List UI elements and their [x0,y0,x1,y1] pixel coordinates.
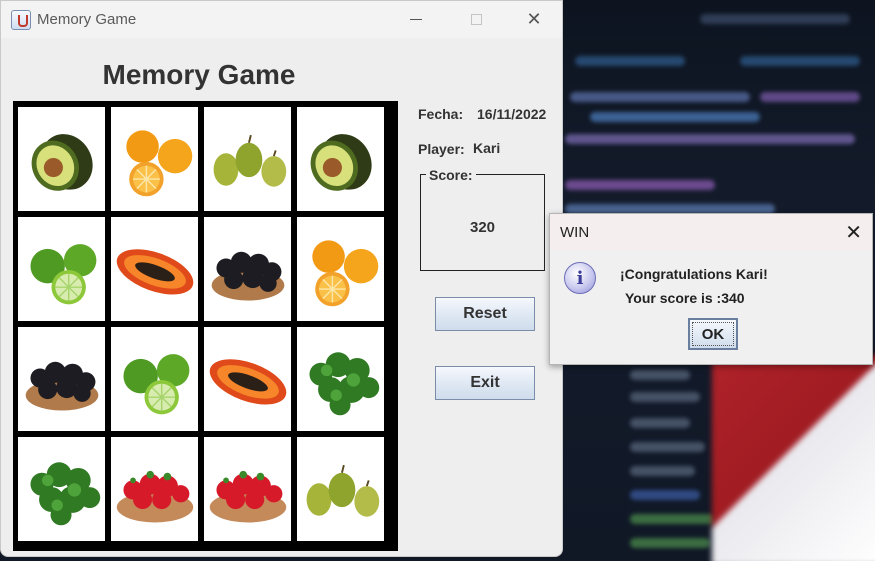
card-parsley[interactable] [18,437,105,541]
memory-game-window: Memory Game ✕ Memory Game Fecha: 16/11/2… [0,0,563,557]
pear-image [306,464,379,517]
card-board [13,101,398,551]
lime-image [29,244,96,305]
title-bar: Memory Game ✕ [1,1,562,38]
card-pear[interactable] [297,437,384,541]
card-parsley[interactable] [297,327,384,431]
orange-image [311,240,378,307]
avocado-image [310,134,372,191]
papaya-image [209,359,286,405]
papaya-image [116,249,193,295]
win-dialog: WIN ✕ i ¡Congratulations Kari! Your scor… [549,213,873,365]
card-papaya[interactable] [111,217,198,321]
java-app-icon [11,9,31,30]
parsley-image [29,462,100,526]
ok-button[interactable]: OK [688,318,738,350]
minimize-icon [410,19,422,20]
avocado-image [31,134,93,191]
dialog-message-line2: Your score is :340 [625,290,745,306]
score-label: Score: [426,167,476,183]
card-strawberry[interactable] [111,437,198,541]
maximize-icon [470,14,482,25]
score-panel: Score: 320 [420,167,545,271]
reset-button[interactable]: Reset [435,297,535,331]
window-title: Memory Game [37,11,137,28]
card-orange[interactable] [111,107,198,211]
dialog-title-bar: WIN ✕ [550,214,872,250]
card-lime[interactable] [111,327,198,431]
card-blackberry[interactable] [18,327,105,431]
maximize-button[interactable] [453,1,499,38]
card-blackberry[interactable] [204,217,291,321]
dialog-title: WIN [560,224,590,241]
dialog-message-line1: ¡Congratulations Kari! [620,266,768,282]
strawberry-image [116,470,193,523]
orange-image [125,130,192,197]
minimize-button[interactable] [393,1,439,38]
card-strawberry[interactable] [204,437,291,541]
exit-button[interactable]: Exit [435,366,535,400]
close-icon: ✕ [526,9,542,29]
card-orange[interactable] [297,217,384,321]
date-value: 16/11/2022 [477,106,547,122]
player-label: Player: [418,141,465,157]
info-icon: i [564,262,596,294]
card-pear[interactable] [204,107,291,211]
player-value: Kari [473,140,501,156]
card-lime[interactable] [18,217,105,321]
strawberry-image [209,470,286,523]
card-avocado[interactable] [18,107,105,211]
dialog-close-icon[interactable]: ✕ [845,220,862,245]
card-papaya[interactable] [204,327,291,431]
score-value: 320 [469,219,496,236]
blackberry-image [25,361,98,411]
card-avocado[interactable] [297,107,384,211]
close-button[interactable]: ✕ [511,1,557,38]
lime-image [122,354,189,415]
game-title: Memory Game [102,59,296,90]
parsley-image [308,352,379,416]
blackberry-image [211,251,284,301]
pear-image [213,134,286,187]
date-label: Fecha: [418,106,464,122]
